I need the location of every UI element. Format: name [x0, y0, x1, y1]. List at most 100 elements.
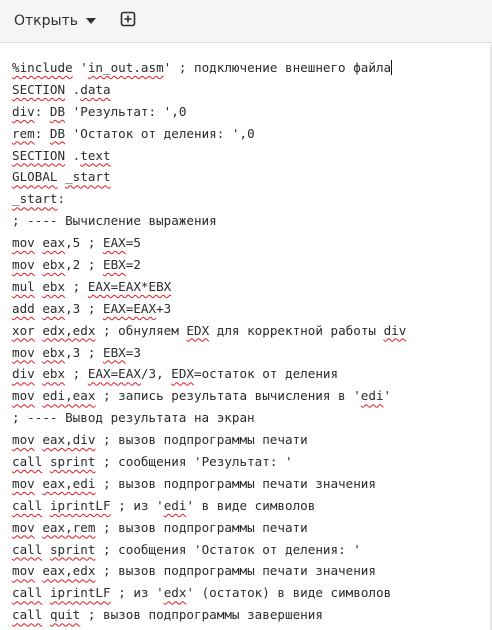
spellcheck-word: SECTION — [12, 81, 66, 97]
code-text: : — [34, 125, 50, 141]
code-line[interactable]: add eax,3 ; EAX=EAX+3 — [12, 298, 406, 320]
spellcheck-word: call — [12, 585, 43, 601]
code-text: ,3 ; — [65, 300, 104, 316]
code-text: . — [65, 147, 81, 163]
text-editor[interactable]: %include 'in_out.asm' ; подключение внеш… — [0, 44, 492, 630]
code-line[interactable]: call quit ; вызов подпрограммы завершени… — [12, 604, 406, 626]
code-line[interactable]: ; ---- Вывод результата на экран — [12, 407, 406, 429]
code-text: ' ; подключение внешнего файла — [163, 60, 392, 75]
spellcheck-word: mov — [12, 519, 35, 535]
code-text: =остаток от деления — [194, 366, 339, 382]
spellcheck-word: ebx — [42, 257, 66, 273]
code-line[interactable]: SECTION .text — [12, 145, 406, 167]
spellcheck-word: sprint — [49, 454, 96, 470]
spellcheck-word: eax,edx — [42, 563, 96, 579]
code-line[interactable]: call iprintLF ; из 'edx' (остаток) в вид… — [12, 582, 406, 604]
spellcheck-word: eax,edi — [42, 475, 96, 491]
spellcheck-word: EBX — [103, 344, 126, 360]
spellcheck-word: DB — [49, 125, 66, 141]
spellcheck-word: edi — [163, 497, 187, 513]
code-line[interactable]: div: DB 'Результат: ',0 — [12, 101, 406, 123]
code-text: ; ---- Вывод результата на экран — [12, 410, 255, 426]
spellcheck-word: EAX=EAX — [103, 300, 157, 316]
code-text: ' в виде символов — [186, 497, 316, 513]
open-button[interactable]: Открыть — [8, 8, 103, 34]
spellcheck-word: EDX — [186, 322, 210, 338]
code-line[interactable]: mov eax,5 ; EAX=5 — [12, 232, 406, 254]
code-text: ; из ' — [110, 585, 164, 601]
code-text: ; сообщения 'Результат: ' — [95, 454, 293, 470]
code-text: ' (остаток) в виде символов — [186, 585, 392, 601]
code-line[interactable]: ; ---- Вычисление выражения — [12, 210, 406, 232]
code-text: ; сообщения 'Остаток от деления: ' — [95, 541, 361, 557]
code-line[interactable]: div ebx ; EAX=EAX/3, EDX=остаток от деле… — [12, 363, 406, 385]
new-tab-plus-icon — [120, 11, 136, 31]
code-text: ; — [65, 366, 88, 382]
spellcheck-word: SECTION — [12, 147, 66, 163]
spellcheck-word: edx,edx — [42, 322, 96, 338]
spellcheck-word: add — [12, 300, 35, 316]
spellcheck-word: mov — [12, 344, 35, 360]
spellcheck-word: div — [12, 366, 35, 382]
spellcheck-word: mov — [12, 432, 35, 448]
code-line[interactable]: xor edx,edx ; обнуляем EDX для корректно… — [12, 320, 406, 342]
spellcheck-word: mov — [12, 235, 35, 251]
code-line[interactable]: mov ebx,3 ; EBX=3 — [12, 342, 406, 364]
code-text: +3 — [156, 300, 172, 316]
text-cursor — [391, 60, 393, 75]
spellcheck-word: eax — [42, 235, 66, 251]
code-text: ; обнуляем — [95, 322, 187, 338]
code-line[interactable]: rem: DB 'Остаток от деления: ',0 — [12, 123, 406, 145]
code-text: ; запись результата вычисления в ' — [95, 388, 361, 404]
code-line[interactable]: mov eax,div ; вызов подпрограммы печати — [12, 429, 406, 451]
code-line[interactable]: mul ebx ; EAX=EAX*EBX — [12, 276, 406, 298]
code-text: ; вызов подпрограммы завершения — [80, 607, 323, 623]
spellcheck-word: mov — [12, 475, 35, 491]
code-line[interactable]: call sprint ; сообщения 'Результат: ' — [12, 451, 406, 473]
code-line[interactable]: mov eax,edx ; вызов подпрограммы печати … — [12, 560, 406, 582]
code-text: ' — [72, 60, 88, 75]
code-line[interactable]: mov edi,eax ; запись результата вычислен… — [12, 385, 406, 407]
spellcheck-word: xor — [12, 322, 35, 338]
code-line[interactable]: _start: — [12, 188, 406, 210]
code-line[interactable]: GLOBAL _start — [12, 166, 406, 188]
spellcheck-word: call — [12, 541, 43, 557]
code-line[interactable]: call iprintLF ; из 'edi' в виде символов — [12, 495, 406, 517]
code-text: ; ---- Вычисление выражения — [12, 213, 217, 229]
code-line[interactable]: mov eax,edi ; вызов подпрограммы печати … — [12, 473, 406, 495]
code-text: ' — [383, 388, 392, 404]
spellcheck-word: EAX — [103, 235, 126, 251]
spellcheck-word: iprintLF — [49, 585, 111, 601]
code-text: ; вызов подпрограммы печати — [95, 432, 308, 448]
code-text: : — [57, 191, 66, 207]
code-line[interactable]: mov ebx,2 ; EBX=2 — [12, 254, 406, 276]
code-text: =2 — [125, 257, 141, 273]
code-line[interactable]: mov eax,rem ; вызов подпрограммы печати — [12, 517, 406, 539]
chevron-down-icon — [85, 17, 97, 25]
spellcheck-word: EAX=EAX*EBX — [87, 278, 172, 294]
code-line[interactable]: call sprint ; сообщения 'Остаток от деле… — [12, 539, 406, 561]
header-bar: Открыть — [0, 0, 492, 43]
code-text: для корректной работы — [209, 322, 384, 338]
open-button-label: Открыть — [14, 13, 78, 29]
code-text: ; из ' — [110, 497, 164, 513]
spellcheck-word: eax — [42, 300, 66, 316]
new-tab-button[interactable] — [114, 8, 142, 34]
code-text: ,3 ; — [65, 344, 104, 360]
spellcheck-word: mov — [12, 257, 35, 273]
spellcheck-word: GLOBAL — [12, 169, 58, 185]
spellcheck-word: edi — [360, 388, 384, 404]
spellcheck-word: DB — [49, 103, 66, 119]
code-line[interactable]: SECTION .data — [12, 79, 406, 101]
spellcheck-word: eax,div — [42, 432, 96, 448]
spellcheck-word: EDX — [171, 366, 195, 382]
spellcheck-word: ebx — [42, 278, 66, 294]
spellcheck-word: edx — [163, 585, 187, 601]
spellcheck-word: %include — [12, 60, 73, 75]
code-line[interactable]: %include 'in_out.asm' ; подключение внеш… — [12, 57, 406, 79]
